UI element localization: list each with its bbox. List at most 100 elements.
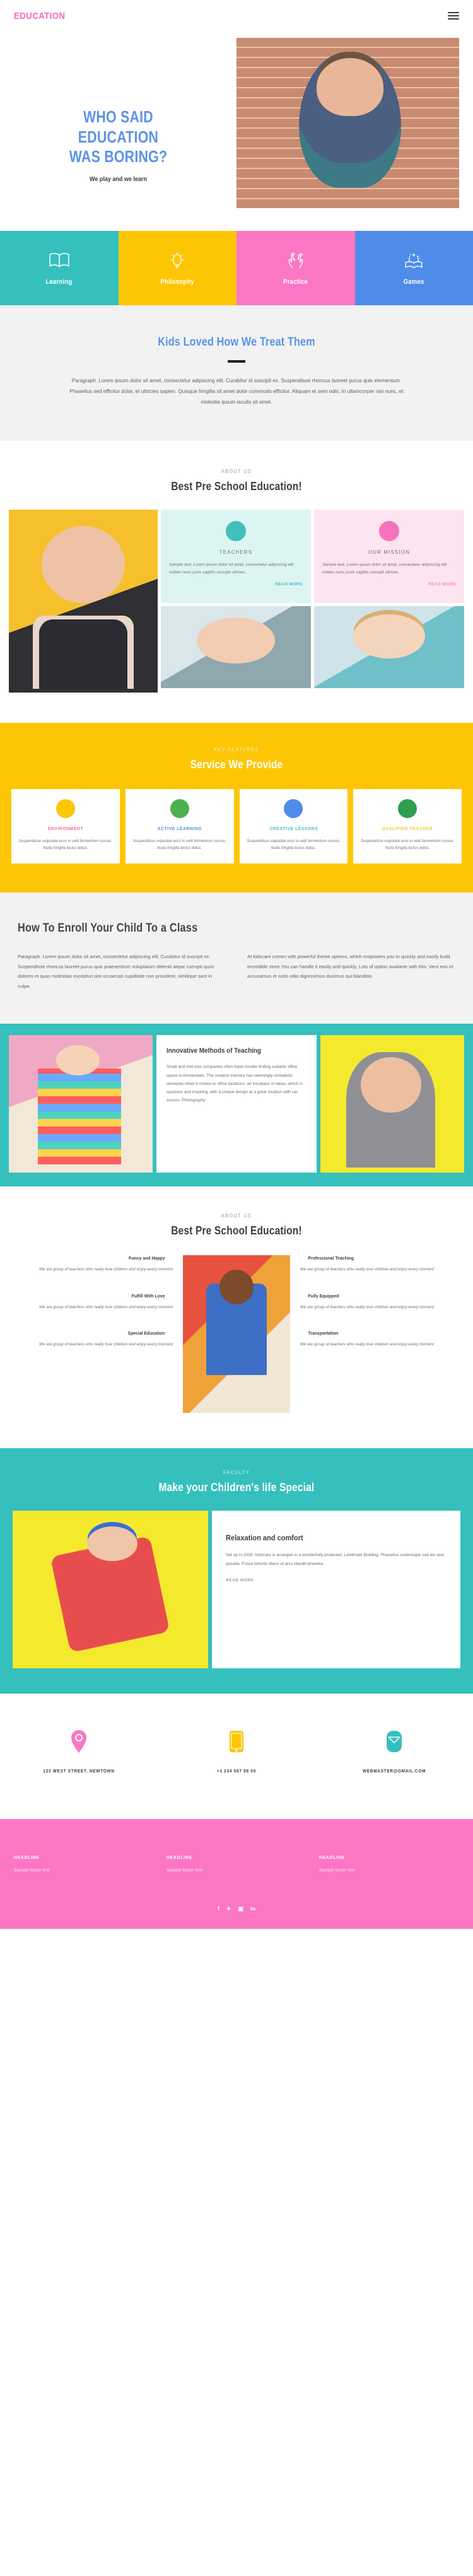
open-book-icon xyxy=(49,252,69,267)
enroll-section: How To Enroll Your Child To a Class Para… xyxy=(0,893,473,1024)
feature-item-philosophy[interactable]: Philosophy xyxy=(118,231,237,305)
twitter-icon[interactable]: ✈ xyxy=(226,1906,231,1912)
about-title: Best Pre School Education! xyxy=(171,479,302,493)
relaxation-text: Set up in 2000, Kidzcare is arranged in … xyxy=(226,1553,445,1566)
envelope-icon xyxy=(387,1731,402,1753)
services-section: KEY FEATURES Service We Provide ENVIRONM… xyxy=(0,722,473,893)
item-text: We are group of teachers who really love… xyxy=(300,1304,434,1309)
enroll-text-right: At kidzcare comes with powerful theme op… xyxy=(247,954,453,980)
card-text: Sample text. Lorem ipsum dolor sit amet,… xyxy=(322,562,447,575)
site-logo[interactable]: EDUCATION xyxy=(14,11,65,21)
hero-title-line-1: WHO SAID xyxy=(83,107,153,126)
service-card-environment[interactable]: ENVIRONMENT Suspendisse vulputate eros i… xyxy=(11,788,120,864)
boy-girl-avatar xyxy=(284,799,303,818)
list-item: Professional Teaching We are group of te… xyxy=(300,1255,459,1273)
footer-headline: HEADLINE xyxy=(14,1854,40,1861)
card-text: Sample text. Lorem ipsum dolor sit amet,… xyxy=(169,562,294,575)
innovative-card: Innovative Methods of Teaching Small and… xyxy=(156,1035,317,1173)
kids-loved-section: Kids Loved How We Treat Them Paragraph. … xyxy=(0,305,473,441)
card-title: TEACHERS xyxy=(219,548,253,555)
service-card-active-learning[interactable]: ACTIVE LEARNING Suspendisse vulputate er… xyxy=(125,788,234,864)
about2-left-list: Funny and Happy We are group of teachers… xyxy=(14,1255,173,1367)
enroll-columns: Paragraph. Lorem ipsum dolor sit amet, c… xyxy=(18,952,455,991)
high-five-icon xyxy=(288,252,303,268)
footer-text: Sample footer text xyxy=(166,1868,202,1873)
faculty-row: Relaxation and comfort Set up in 2000, K… xyxy=(0,1494,473,1669)
item-title: Special Education xyxy=(127,1330,165,1337)
about-card-teachers[interactable]: TEACHERS Sample text. Lorem ipsum dolor … xyxy=(161,509,311,603)
item-title: Funny and Happy xyxy=(129,1255,165,1262)
innovative-photo-right xyxy=(320,1035,464,1173)
hero-image-wrap xyxy=(237,38,473,208)
item-title: Fulfill With Love xyxy=(131,1292,165,1299)
hero-image xyxy=(237,38,459,208)
item-text: We are group of teachers who really love… xyxy=(300,1342,434,1347)
list-item: Special Education We are group of teache… xyxy=(14,1330,173,1349)
map-pin-icon xyxy=(71,1730,86,1753)
about2-center-photo xyxy=(183,1255,290,1414)
read-more-link[interactable]: READ MORE xyxy=(226,1578,447,1583)
about-cards: TEACHERS Sample text. Lorem ipsum dolor … xyxy=(161,509,464,603)
service-title: QUALIFIED TEACHER xyxy=(382,825,433,831)
footer-column: HEADLINE Sample footer text xyxy=(166,1854,307,1873)
feature-item-learning[interactable]: Learning xyxy=(0,231,119,305)
service-card-creative-lessons[interactable]: CREATIVE LESSONS Suspendisse vulputate e… xyxy=(239,788,348,864)
relaxation-card: Relaxation and comfort Set up in 2000, K… xyxy=(212,1511,460,1669)
linkedin-icon[interactable]: in xyxy=(250,1906,255,1912)
about-card-mission[interactable]: OUR MISSION Sample text. Lorem ipsum dol… xyxy=(314,509,464,603)
faculty-section: FACULTY Make your Children's life Specia… xyxy=(0,1448,473,1694)
about-photo-small-2 xyxy=(314,606,464,688)
feature-item-games[interactable]: Games xyxy=(354,231,473,305)
collage-right: TEACHERS Sample text. Lorem ipsum dolor … xyxy=(161,509,464,693)
hero-subtitle: We play and we learn xyxy=(90,176,147,184)
about2-columns: Funny and Happy We are group of teachers… xyxy=(0,1238,473,1414)
contact-email[interactable]: WEBMASTER@GMAIL.COM xyxy=(315,1730,473,1774)
about-eyebrow: ABOUT US xyxy=(221,468,252,474)
service-text: Suspendisse vulputate eros in velit ferm… xyxy=(132,838,226,851)
about-photo-small-1 xyxy=(161,606,311,688)
item-text: We are group of teachers who really love… xyxy=(300,1267,434,1272)
list-item: Fully Equipped We are group of teachers … xyxy=(300,1293,459,1311)
service-title: ACTIVE LEARNING xyxy=(157,825,202,831)
hamburger-menu-icon[interactable] xyxy=(448,12,459,20)
services-eyebrow: KEY FEATURES xyxy=(214,746,259,752)
facebook-icon[interactable]: f xyxy=(218,1906,219,1912)
instagram-icon[interactable]: ▣ xyxy=(238,1906,244,1912)
contact-text: WEBMASTER@GMAIL.COM xyxy=(362,1768,426,1774)
site-footer: HEADLINE Sample footer text HEADLINE Sam… xyxy=(0,1819,473,1929)
item-text: We are group of teachers who really love… xyxy=(39,1342,173,1347)
contact-section: 123 WEST STREET, NEWTOWN +1 234 567 89 0… xyxy=(0,1694,473,1820)
innovative-section: Innovative Methods of Teaching Small and… xyxy=(0,1024,473,1187)
read-more-link[interactable]: READ MORE xyxy=(169,582,303,587)
about-main-photo xyxy=(9,509,158,693)
about2-right-list: Professional Teaching We are group of te… xyxy=(300,1255,459,1367)
footer-headline: HEADLINE xyxy=(319,1854,345,1861)
service-text: Suspendisse vulputate eros in velit ferm… xyxy=(247,838,341,851)
service-card-qualified-teacher[interactable]: QUALIFIED TEACHER Suspendisse vulputate … xyxy=(353,788,462,864)
contact-phone[interactable]: +1 234 567 89 00 xyxy=(158,1730,315,1774)
footer-text: Sample footer text xyxy=(14,1868,50,1873)
card-title: OUR MISSION xyxy=(368,548,411,555)
contact-text: 123 WEST STREET, NEWTOWN xyxy=(43,1768,115,1774)
footer-column: HEADLINE Sample footer text xyxy=(14,1854,154,1873)
social-links: f ✈ ▣ in xyxy=(14,1906,459,1912)
footer-text: Sample footer text xyxy=(319,1868,355,1873)
list-item: Transportation We are group of teachers … xyxy=(300,1330,459,1349)
hero-title-line-2: EDUCATION xyxy=(78,127,159,146)
contact-address[interactable]: 123 WEST STREET, NEWTOWN xyxy=(0,1730,158,1774)
feature-item-practice[interactable]: Practice xyxy=(237,231,355,305)
title-divider xyxy=(228,360,245,363)
enroll-text-left: Paragraph. Lorem ipsum dolor sit amet, c… xyxy=(18,954,214,989)
service-text: Suspendisse vulputate eros in velit ferm… xyxy=(18,838,112,851)
faculty-title: Make your Children's life Special xyxy=(158,1481,315,1494)
faculty-photo xyxy=(13,1511,208,1669)
teacher-avatar xyxy=(398,799,418,818)
item-text: We are group of teachers who really love… xyxy=(39,1304,173,1309)
service-title: ENVIRONMENT xyxy=(47,825,83,831)
footer-column: HEADLINE Sample footer text xyxy=(319,1854,459,1873)
item-text: We are group of teachers who really love… xyxy=(39,1267,173,1272)
list-item: Fulfill With Love We are group of teache… xyxy=(14,1293,173,1311)
burger-line xyxy=(448,15,459,16)
read-more-link[interactable]: READ MORE xyxy=(322,582,456,587)
feature-bar: Learning Philosophy Practice Games xyxy=(0,231,473,305)
